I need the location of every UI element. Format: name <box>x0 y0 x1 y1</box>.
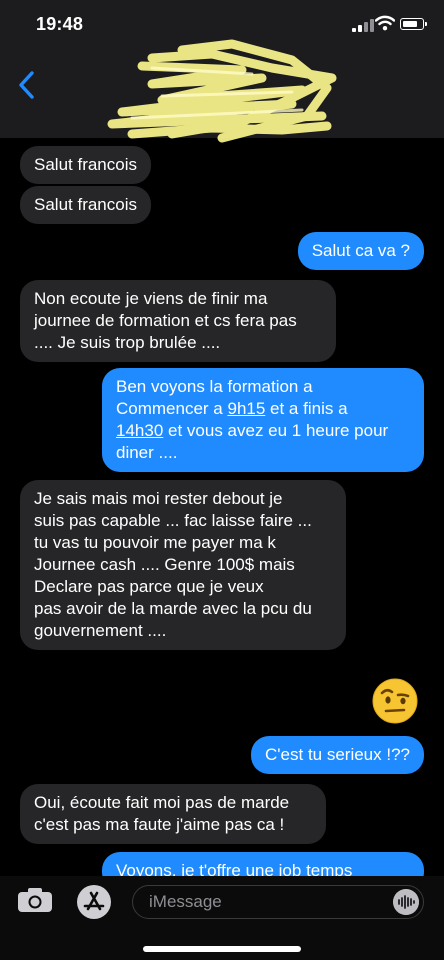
message-input[interactable]: iMessage <box>132 885 424 919</box>
message-list[interactable]: Salut francois Salut francois Salut ca v… <box>0 138 444 876</box>
home-indicator[interactable] <box>143 946 301 952</box>
wifi-icon <box>375 15 395 31</box>
incoming-message-bubble[interactable]: Non ecoute je viens de finir ma journee … <box>20 280 336 362</box>
outgoing-message-bubble[interactable]: Salut ca va ? <box>297 232 424 270</box>
status-time: 19:48 <box>36 14 84 34</box>
raised-eyebrow-emoji[interactable] <box>372 678 418 724</box>
message-text: et a finis a <box>270 399 348 418</box>
app-store-icon[interactable] <box>76 884 112 920</box>
outgoing-message-bubble[interactable]: Ben voyons la formation a Commencer a 9h… <box>102 368 424 472</box>
incoming-message-bubble[interactable]: Salut francois <box>20 146 151 184</box>
incoming-message-bubble[interactable]: Je sais mais moi rester debout je suis p… <box>20 480 346 650</box>
battery-icon <box>400 18 427 30</box>
time-link[interactable]: 9h15 <box>227 399 265 418</box>
signal-icon <box>352 18 374 32</box>
outgoing-message-bubble[interactable]: Voyons, je t'offre une job temps <box>102 852 424 876</box>
chevron-left-icon[interactable] <box>14 68 40 102</box>
camera-icon[interactable] <box>17 887 53 913</box>
message-input-placeholder: iMessage <box>149 892 222 911</box>
incoming-message-bubble[interactable]: Salut francois <box>20 186 151 224</box>
conversation-header <box>0 39 444 143</box>
battery-level <box>403 21 417 27</box>
time-link[interactable]: 14h30 <box>116 421 163 440</box>
redacted-contact-name <box>107 39 337 143</box>
incoming-message-bubble[interactable]: Oui, écoute fait moi pas de marde c'est … <box>20 784 326 844</box>
outgoing-message-bubble[interactable]: C'est tu serieux !?? <box>251 736 424 774</box>
audio-waveform-icon[interactable] <box>393 889 419 915</box>
compose-bar: iMessage <box>0 876 444 960</box>
